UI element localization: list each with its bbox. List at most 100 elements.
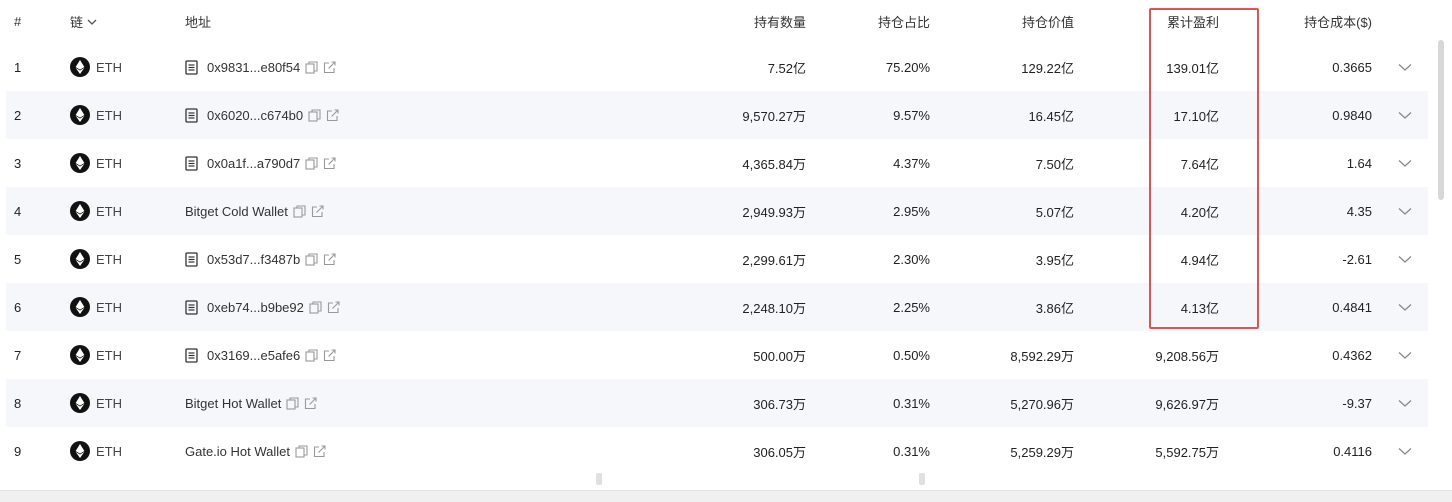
scroll-handle-left[interactable] [596,473,602,485]
row-num: 6 [14,299,22,315]
external-link-icon[interactable] [323,252,336,266]
chain-label: ETH [96,155,122,171]
chain-label: ETH [96,443,122,459]
ethereum-icon [70,441,90,461]
row-address: 0x9831...e80f54 [185,43,485,91]
address-link[interactable]: 0x3169...e5afe6 [207,348,300,363]
ethereum-icon [70,249,90,269]
row-cost: -9.37 [1342,395,1372,411]
document-icon [185,251,201,267]
header-chain[interactable]: 链 [70,0,170,43]
row-chain: ETH [70,91,170,139]
copy-icon[interactable] [305,60,318,74]
external-link-icon[interactable] [323,60,336,74]
header-address: 地址 [185,15,212,30]
row-cost: 0.3665 [1332,59,1372,75]
scroll-handle-right[interactable] [919,473,925,485]
ethereum-icon [70,201,90,221]
external-link-icon[interactable] [327,300,340,314]
row-num: 5 [14,251,22,267]
address-link[interactable]: 0x6020...c674b0 [207,108,303,123]
copy-icon[interactable] [295,444,308,458]
external-link-icon[interactable] [326,108,339,122]
row-chain: ETH [70,283,170,331]
chevron-down-icon[interactable] [1390,139,1420,187]
header-num: # [14,14,22,29]
header-chain-label: 链 [70,15,84,30]
external-link-icon[interactable] [323,348,336,362]
row-num: 7 [14,347,22,363]
holders-table: # 链 地址 持有数量 持仓占比 持仓价值 累计盈利 持仓成本($) 1 ETH 0… [6,0,1428,475]
document-icon [185,59,201,75]
row-cost: 0.4362 [1332,347,1372,363]
chain-label: ETH [96,395,122,411]
row-address: 0x6020...c674b0 [185,91,485,139]
row-chain: ETH [70,427,170,475]
address-link[interactable]: Bitget Cold Wallet [185,204,288,219]
chevron-down-icon[interactable] [1390,235,1420,283]
row-num: 8 [14,395,22,411]
row-pnl: 7.64亿 [1180,156,1219,172]
table-row[interactable]: 7 ETH 0x3169...e5afe6 500.00万 0.50% 8,592.29万… [6,331,1428,379]
row-address: Bitget Hot Wallet [185,379,485,427]
row-address: 0x3169...e5afe6 [185,331,485,379]
chevron-down-icon[interactable] [1390,43,1420,91]
header-pnl: 累计盈利 [1166,15,1219,30]
chain-label: ETH [96,251,122,267]
row-pnl: 4.20亿 [1180,204,1219,220]
chain-label: ETH [96,299,122,315]
table-row[interactable]: 8 ETH Bitget Hot Wallet 306.73万 0.31% 5,270.9… [6,379,1428,427]
copy-icon[interactable] [305,348,318,362]
address-link[interactable]: 0x9831...e80f54 [207,60,300,75]
copy-icon[interactable] [305,252,318,266]
chevron-down-icon[interactable] [1390,283,1420,331]
row-address: 0x53d7...f3487b [185,235,485,283]
row-pnl: 5,592.75万 [1155,444,1219,460]
ethereum-icon [70,105,90,125]
external-link-icon[interactable] [313,444,326,458]
vertical-scrollbar[interactable] [1438,40,1444,200]
row-pnl: 139.01亿 [1166,60,1219,76]
chevron-down-icon[interactable] [1390,427,1420,475]
table-row[interactable]: 1 ETH 0x9831...e80f54 7.52亿 75.20% 129.22亿 139… [6,43,1428,91]
address-link[interactable]: 0x53d7...f3487b [207,252,300,267]
row-chain: ETH [70,139,170,187]
chevron-down-icon[interactable] [1390,187,1420,235]
table-row[interactable]: 9 ETH Gate.io Hot Wallet 306.05万 0.31% 5,259.… [6,427,1428,475]
copy-icon[interactable] [308,108,321,122]
ethereum-icon [70,393,90,413]
chain-label: ETH [96,59,122,75]
address-link[interactable]: Bitget Hot Wallet [185,396,281,411]
copy-icon[interactable] [286,396,299,410]
address-link[interactable]: Gate.io Hot Wallet [185,444,290,459]
bottom-bar [0,490,1452,502]
chevron-down-icon[interactable] [1390,379,1420,427]
table-row[interactable]: 5 ETH 0x53d7...f3487b 2,299.61万 2.30% 3.95亿 4.… [6,235,1428,283]
chevron-down-icon[interactable] [1390,91,1420,139]
row-cost: 0.9840 [1332,107,1372,123]
table-row[interactable]: 2 ETH 0x6020...c674b0 9,570.27万 9.57% 16.45亿 1… [6,91,1428,139]
chevron-down-icon[interactable] [87,18,97,26]
ethereum-icon [70,153,90,173]
external-link-icon[interactable] [323,156,336,170]
copy-icon[interactable] [309,300,322,314]
row-num: 2 [14,107,22,123]
address-link[interactable]: 0xeb74...b9be92 [207,300,304,315]
row-chain: ETH [70,379,170,427]
document-icon [185,299,201,315]
external-link-icon[interactable] [304,396,317,410]
table-row[interactable]: 3 ETH 0x0a1f...a790d7 4,365.84万 4.37% 7.50亿 7.… [6,139,1428,187]
table-row[interactable]: 4 ETH Bitget Cold Wallet 2,949.93万 2.95% 5.07… [6,187,1428,235]
external-link-icon[interactable] [311,204,324,218]
row-pnl: 9,208.56万 [1155,348,1219,364]
chevron-down-icon[interactable] [1390,331,1420,379]
table-row[interactable]: 6 ETH 0xeb74...b9be92 2,248.10万 2.25% 3.86亿 4.… [6,283,1428,331]
copy-icon[interactable] [293,204,306,218]
copy-icon[interactable] [305,156,318,170]
row-cost: -2.61 [1342,251,1372,267]
row-num: 4 [14,203,22,219]
row-num: 3 [14,155,22,171]
document-icon [185,155,201,171]
address-link[interactable]: 0x0a1f...a790d7 [207,156,300,171]
document-icon [185,107,201,123]
